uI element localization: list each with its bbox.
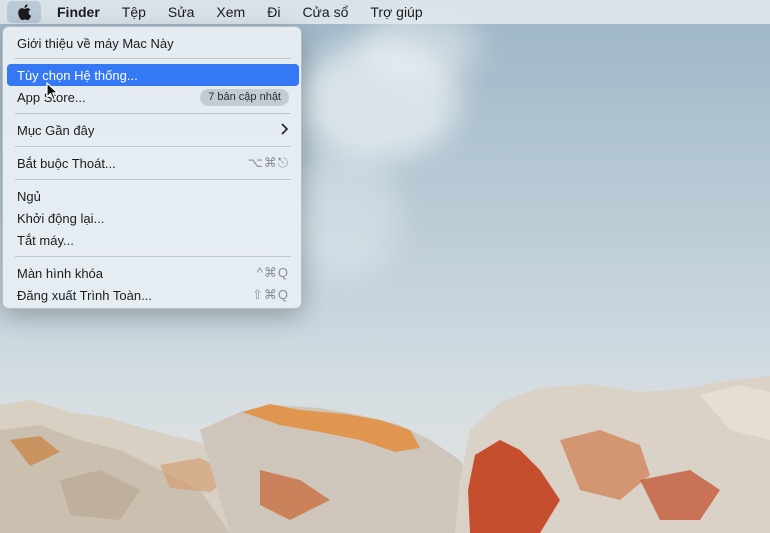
menu-separator [15,146,291,147]
menu-file[interactable]: Tệp [111,0,157,24]
menu-separator [15,58,291,59]
menu-separator [15,113,291,114]
menu-item-shutdown[interactable]: Tắt máy... [7,229,299,251]
keyboard-shortcut: ⇧⌘Q [251,287,289,302]
menu-finder[interactable]: Finder [46,0,111,24]
chevron-right-icon [281,122,289,138]
menu-go[interactable]: Đi [256,0,291,24]
apple-menu-button[interactable] [7,1,41,23]
menu-item-label: Bắt buộc Thoát... [17,155,116,171]
menu-item-label: Mục Gần đây [17,122,95,138]
keyboard-shortcut: ⌥⌘⎋ [247,155,289,170]
menu-item-label: Khởi động lại... [17,210,105,226]
menu-item-label: Tùy chọn Hệ thống... [17,67,138,83]
apple-menu-dropdown: Giới thiệu về máy Mac Này Tùy chọn Hệ th… [2,26,302,309]
update-count-badge: 7 bản cập nhật [200,88,289,106]
menu-item-lock-screen[interactable]: Màn hình khóa ^⌘Q [7,262,299,284]
menu-edit[interactable]: Sửa [157,0,206,24]
menu-window[interactable]: Cửa sổ [291,0,359,24]
menu-separator [15,179,291,180]
menu-item-force-quit[interactable]: Bắt buộc Thoát... ⌥⌘⎋ [7,152,299,174]
keyboard-shortcut: ^⌘Q [256,265,289,280]
menu-help[interactable]: Trợ giúp [359,0,433,24]
menu-item-restart[interactable]: Khởi động lại... [7,207,299,229]
menu-view[interactable]: Xem [205,0,256,24]
apple-logo-icon [17,4,31,20]
menu-item-logout[interactable]: Đăng xuất Trình Toàn... ⇧⌘Q [7,284,299,306]
menu-item-label: Tắt máy... [17,232,74,248]
menu-item-about[interactable]: Giới thiệu về máy Mac Này [7,32,299,54]
menu-item-label: Ngủ [17,188,41,204]
mouse-pointer-icon [46,82,59,101]
menu-item-recent-items[interactable]: Mục Gần đây [7,119,299,141]
menu-bar: Finder Tệp Sửa Xem Đi Cửa sổ Trợ giúp [0,0,770,24]
menu-item-label: Đăng xuất Trình Toàn... [17,287,152,303]
menu-item-label: Màn hình khóa [17,265,104,281]
menu-item-sleep[interactable]: Ngủ [7,185,299,207]
menu-item-label: Giới thiệu về máy Mac Này [17,35,174,51]
menu-separator [15,256,291,257]
